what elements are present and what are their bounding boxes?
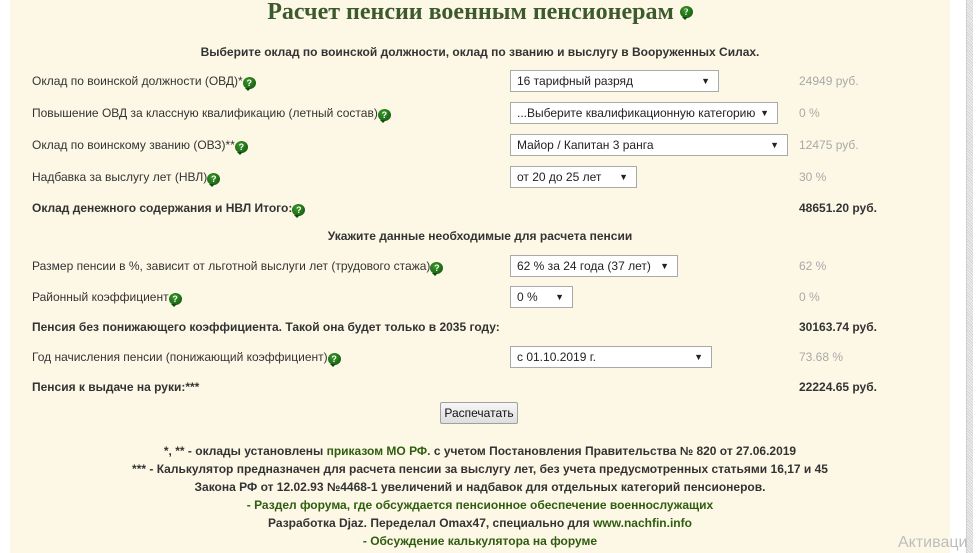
vertical-scrollbar[interactable]: [966, 0, 973, 553]
label-text: Районный коэффициент: [32, 290, 169, 304]
label-text: Год начисления пенсии (понижающий коэффи…: [32, 350, 328, 364]
help-icon[interactable]: ?: [377, 109, 391, 123]
page-title: Расчет пенсии военным пенсионерам ?: [10, 0, 950, 26]
rank-salary-value: 12475 руб.: [799, 138, 859, 152]
help-icon[interactable]: ?: [292, 204, 306, 218]
footer-line-4: - Раздел форума, где обсуждается пенсион…: [10, 498, 950, 512]
pension-no-coefficient-value: 30163.74 руб.: [799, 320, 877, 334]
select-value: от 20 до 25 лет: [517, 170, 602, 184]
label-pension-final: Пенсия к выдаче на руки:***: [32, 380, 200, 394]
forum-discussion-link[interactable]: - Обсуждение калькулятора на форуме: [363, 534, 597, 548]
footer-line-1: *, ** - оклады установлены приказом МО Р…: [10, 444, 950, 458]
help-icon[interactable]: ?: [430, 262, 444, 276]
help-icon[interactable]: ?: [679, 6, 693, 20]
help-icon[interactable]: ?: [327, 353, 341, 367]
footer-text: Разработка Djaz. Переделал Omax47, специ…: [268, 516, 594, 530]
help-icon[interactable]: ?: [168, 293, 182, 307]
select-value: 16 тарифный разряд: [517, 74, 634, 88]
label-text: Повышение ОВД за классную квалификацию (…: [32, 106, 378, 120]
dropdown-arrow-icon: ▼: [694, 352, 703, 362]
pension-year-select[interactable]: с 01.10.2019 г. ▼: [510, 346, 712, 368]
pension-percent-value: 62 %: [799, 259, 827, 273]
forum-section-link[interactable]: - Раздел форума, где обсуждается пенсион…: [247, 498, 713, 512]
help-icon[interactable]: ?: [207, 173, 221, 187]
nachfin-link[interactable]: www.nachfin.info: [593, 516, 692, 530]
footer-line-5: Разработка Djaz. Переделал Omax47, специ…: [10, 516, 950, 530]
select-value: 62 % за 24 года (37 лет): [517, 259, 651, 273]
select-value: Майор / Капитан 3 ранга: [517, 138, 654, 152]
seniority-select[interactable]: от 20 до 25 лет ▼: [510, 166, 637, 188]
dropdown-arrow-icon: ▼: [701, 76, 710, 86]
label-total-salary: Оклад денежного содержания и НВЛ Итого:?: [32, 201, 306, 218]
footer-line-6: - Обсуждение калькулятора на форуме: [10, 534, 950, 548]
help-icon[interactable]: ?: [242, 77, 256, 91]
footer-line-3: Закона РФ от 12.02.93 №4468-1 увеличений…: [194, 480, 766, 494]
label-pension-year: Год начисления пенсии (понижающий коэффи…: [32, 350, 341, 367]
label-pension-no-coefficient: Пенсия без понижающего коэффициента. Так…: [32, 320, 500, 334]
select-value: 0 %: [517, 290, 538, 304]
position-salary-value: 24949 руб.: [799, 74, 859, 88]
label-text: Оклад по воинскому званию (ОВЗ)**: [32, 138, 235, 152]
label-regional-coefficient: Районный коэффициент?: [32, 290, 182, 307]
order-mo-link[interactable]: приказом МО РФ.: [327, 444, 431, 458]
label-text: Оклад денежного содержания и НВЛ Итого:: [32, 201, 293, 215]
pension-year-coefficient-value: 73.68 %: [799, 350, 844, 364]
windows-activation-watermark: Активаци: [898, 534, 968, 551]
print-button[interactable]: Распечатать: [440, 402, 518, 424]
position-salary-select[interactable]: 16 тарифный разряд ▼: [510, 70, 719, 92]
title-text: Расчет пенсии военным пенсионерам: [267, 0, 674, 25]
label-position-salary: Оклад по воинской должности (ОВД)*?: [32, 74, 256, 91]
regional-coefficient-select[interactable]: 0 % ▼: [510, 286, 573, 308]
section-heading-pension: Укажите данные необходимые для расчета п…: [327, 229, 633, 243]
seniority-value: 30 %: [799, 170, 827, 184]
footer-line-2: *** - Калькулятор предназначен для расче…: [132, 462, 828, 476]
label-text: Размер пенсии в %, зависит от льготной в…: [32, 259, 431, 273]
dropdown-arrow-icon: ▼: [770, 140, 779, 150]
footer-text: *, ** - оклады установлены: [163, 444, 327, 458]
qualification-select[interactable]: ...Выберите квалификационную категорию ▼: [510, 102, 778, 124]
select-value: ...Выберите квалификационную категорию: [517, 106, 756, 120]
calculator-panel: Расчет пенсии военным пенсионерам ? Выбе…: [10, 0, 950, 553]
dropdown-arrow-icon: ▼: [619, 172, 628, 182]
dropdown-arrow-icon: ▼: [555, 292, 564, 302]
label-rank-salary: Оклад по воинскому званию (ОВЗ)**?: [32, 138, 248, 155]
label-text: Оклад по воинской должности (ОВД)*: [32, 74, 243, 88]
label-text: Надбавка за выслугу лет (НВЛ): [32, 170, 208, 184]
select-value: с 01.10.2019 г.: [517, 350, 596, 364]
dropdown-arrow-icon: ▼: [760, 108, 769, 118]
dropdown-arrow-icon: ▼: [660, 261, 669, 271]
qualification-value: 0 %: [799, 106, 820, 120]
section-heading-salary: Выберите оклад по воинской должности, ок…: [200, 45, 760, 59]
total-salary-value: 48651.20 руб.: [799, 201, 877, 215]
label-pension-percent: Размер пенсии в %, зависит от льготной в…: [32, 259, 444, 276]
label-seniority-bonus: Надбавка за выслугу лет (НВЛ)?: [32, 170, 221, 187]
label-qualification: Повышение ОВД за классную квалификацию (…: [32, 106, 391, 123]
pension-final-value: 22224.65 руб.: [799, 380, 877, 394]
help-icon[interactable]: ?: [234, 141, 248, 155]
rank-select[interactable]: Майор / Капитан 3 ранга ▼: [510, 134, 788, 156]
pension-percent-select[interactable]: 62 % за 24 года (37 лет) ▼: [510, 255, 678, 277]
regional-coefficient-value: 0 %: [799, 290, 820, 304]
footer-text: с учетом Постановления Правительства № 8…: [430, 444, 797, 458]
